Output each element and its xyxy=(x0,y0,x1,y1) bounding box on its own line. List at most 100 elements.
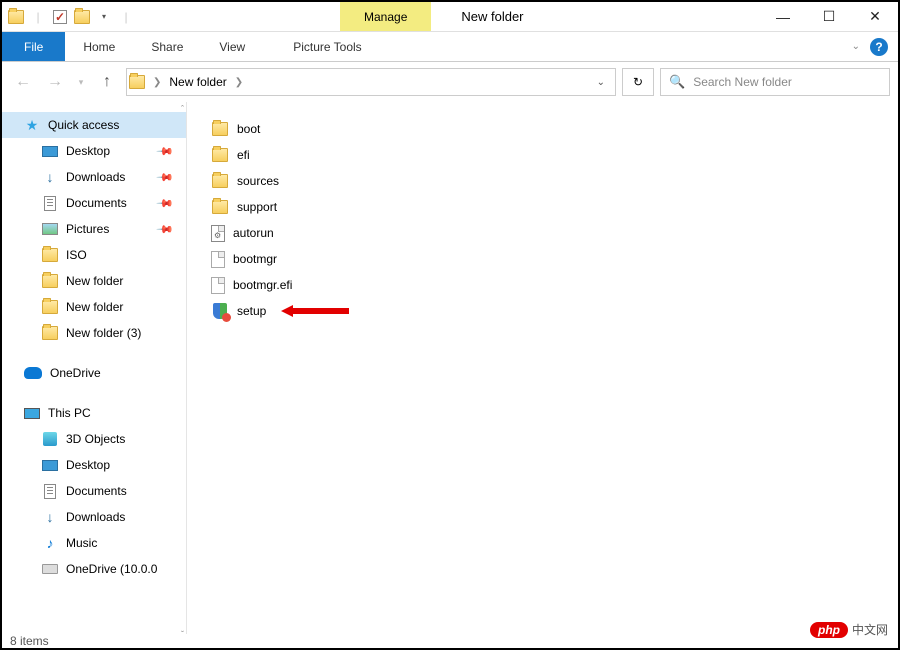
star-icon: ★ xyxy=(24,117,40,133)
recent-dropdown[interactable]: ▾ xyxy=(74,69,88,95)
breadcrumb-segment[interactable]: New folder xyxy=(169,75,226,89)
window-title: New folder xyxy=(431,9,553,24)
tab-share[interactable]: Share xyxy=(133,32,201,61)
sidebar-item-downloads[interactable]: ↓ Downloads xyxy=(2,504,186,530)
sidebar-item-pictures[interactable]: Pictures 📌 xyxy=(2,216,186,242)
qat-folder-icon[interactable] xyxy=(6,7,26,27)
pin-icon: 📌 xyxy=(156,168,175,187)
doc-icon xyxy=(42,483,58,499)
qat-separator: | xyxy=(28,7,48,27)
close-button[interactable]: ✕ xyxy=(852,2,898,31)
pin-icon: 📌 xyxy=(156,142,175,161)
watermark-brand: php xyxy=(810,622,848,638)
qat-dropdown[interactable]: ▾ xyxy=(94,7,114,27)
sidebar-this-pc[interactable]: This PC xyxy=(2,400,186,426)
file-item-autorun[interactable]: ⚙ autorun xyxy=(211,220,874,246)
tab-picture-tools[interactable]: Picture Tools xyxy=(275,32,379,61)
sidebar-item-label: Downloads xyxy=(66,170,125,184)
file-item-efi[interactable]: efi xyxy=(211,142,874,168)
file-name: bootmgr xyxy=(233,252,277,266)
ribbon-collapse-icon[interactable]: ⌄ xyxy=(852,41,860,52)
breadcrumb-separator[interactable]: ❯ xyxy=(149,77,165,88)
back-button[interactable]: ← xyxy=(10,69,36,95)
tab-home[interactable]: Home xyxy=(65,32,133,61)
pc-icon xyxy=(24,408,40,419)
file-item-boot[interactable]: boot xyxy=(211,116,874,142)
sidebar-onedrive[interactable]: OneDrive xyxy=(2,360,186,386)
sidebar-item-documents[interactable]: Documents xyxy=(2,478,186,504)
maximize-button[interactable]: ☐ xyxy=(806,2,852,31)
context-tab-group: Manage xyxy=(340,2,431,31)
file-list[interactable]: boot efi sourcessupport ⚙ autorun bootmgr boot… xyxy=(187,102,898,634)
file-item-bootmgr-efi[interactable]: bootmgr.efi xyxy=(211,272,874,298)
file-icon xyxy=(211,277,225,294)
body: ˆ ★ Quick access Desktop📌↓Downloads📌Docu… xyxy=(2,102,898,634)
address-dropdown[interactable]: ⌄ xyxy=(589,77,613,88)
sidebar-item-label: Documents xyxy=(66,196,127,210)
folder-icon xyxy=(211,198,229,216)
desktop-icon xyxy=(42,457,58,473)
sidebar-item-downloads[interactable]: ↓Downloads📌 xyxy=(2,164,186,190)
file-item-support[interactable]: support xyxy=(211,194,874,220)
doc-icon xyxy=(42,195,58,211)
file-item-bootmgr[interactable]: bootmgr xyxy=(211,246,874,272)
sidebar-item-label: Desktop xyxy=(66,458,110,472)
drive-icon xyxy=(42,561,58,577)
sidebar-item-iso[interactable]: ISO xyxy=(2,242,186,268)
scroll-down-icon[interactable]: ˬ xyxy=(181,622,184,632)
context-tab-manage[interactable]: Manage xyxy=(340,2,431,31)
help-icon[interactable]: ? xyxy=(870,38,888,56)
navigation-pane[interactable]: ˆ ★ Quick access Desktop📌↓Downloads📌Docu… xyxy=(2,102,187,634)
address-bar[interactable]: ❯ New folder ❯ ⌄ xyxy=(126,68,616,96)
file-name: autorun xyxy=(233,226,274,240)
desktop-icon xyxy=(42,143,58,159)
sidebar-item-label: Pictures xyxy=(66,222,109,236)
breadcrumb-separator[interactable]: ❯ xyxy=(231,77,247,88)
search-box[interactable]: 🔍 Search New folder xyxy=(660,68,890,96)
folder-icon xyxy=(42,299,58,315)
refresh-button[interactable]: ↻ xyxy=(622,68,654,96)
settings-file-icon: ⚙ xyxy=(211,225,225,242)
sidebar-item-desktop[interactable]: Desktop📌 xyxy=(2,138,186,164)
scroll-up-icon[interactable]: ˆ xyxy=(181,104,184,114)
annotation-arrow xyxy=(281,304,351,318)
pic-icon xyxy=(42,221,58,237)
status-text: 8 items xyxy=(10,634,49,648)
folder-icon xyxy=(211,146,229,164)
file-item-sources[interactable]: sources xyxy=(211,168,874,194)
sidebar-quick-access[interactable]: ★ Quick access xyxy=(2,112,186,138)
sidebar-item-desktop[interactable]: Desktop xyxy=(2,452,186,478)
up-button[interactable]: ↑ xyxy=(94,69,120,95)
sidebar-item-new-folder[interactable]: New folder xyxy=(2,294,186,320)
sidebar-item-new-folder[interactable]: New folder xyxy=(2,268,186,294)
minimize-button[interactable]: — xyxy=(760,2,806,31)
file-name: bootmgr.efi xyxy=(233,278,292,292)
sidebar-item-label: Documents xyxy=(66,484,127,498)
sidebar-item-3d-objects[interactable]: 3D Objects xyxy=(2,426,186,452)
music-icon: ♪ xyxy=(42,535,58,551)
sidebar-label: This PC xyxy=(48,406,91,420)
qat-newfolder-icon[interactable] xyxy=(72,7,92,27)
sidebar-item-music[interactable]: ♪Music xyxy=(2,530,186,556)
titlebar: | ✓ ▾ | Manage New folder — ☐ ✕ xyxy=(2,2,898,32)
search-icon: 🔍 xyxy=(669,74,685,90)
window-controls: — ☐ ✕ xyxy=(760,2,898,31)
tab-view[interactable]: View xyxy=(201,32,263,61)
sidebar-label: OneDrive xyxy=(50,366,101,380)
sidebar-item-new-folder-(3)[interactable]: New folder (3) xyxy=(2,320,186,346)
download-icon: ↓ xyxy=(42,509,58,525)
file-tab[interactable]: File xyxy=(2,32,65,61)
pin-icon: 📌 xyxy=(156,220,175,239)
folder-icon xyxy=(42,273,58,289)
forward-button[interactable]: → xyxy=(42,69,68,95)
sidebar-item-documents[interactable]: Documents📌 xyxy=(2,190,186,216)
qat-properties-icon[interactable]: ✓ xyxy=(50,7,70,27)
folder-icon xyxy=(211,120,229,138)
sidebar-label: Quick access xyxy=(48,118,119,132)
sidebar-item-label: Downloads xyxy=(66,510,125,524)
file-name: efi xyxy=(237,148,250,162)
file-name: setup xyxy=(237,304,266,318)
sidebar-item-label: OneDrive (10.0.0 xyxy=(66,562,157,576)
quick-access-toolbar: | ✓ ▾ | xyxy=(2,7,140,27)
sidebar-item-onedrive-(10.0.0[interactable]: OneDrive (10.0.0 xyxy=(2,556,186,582)
